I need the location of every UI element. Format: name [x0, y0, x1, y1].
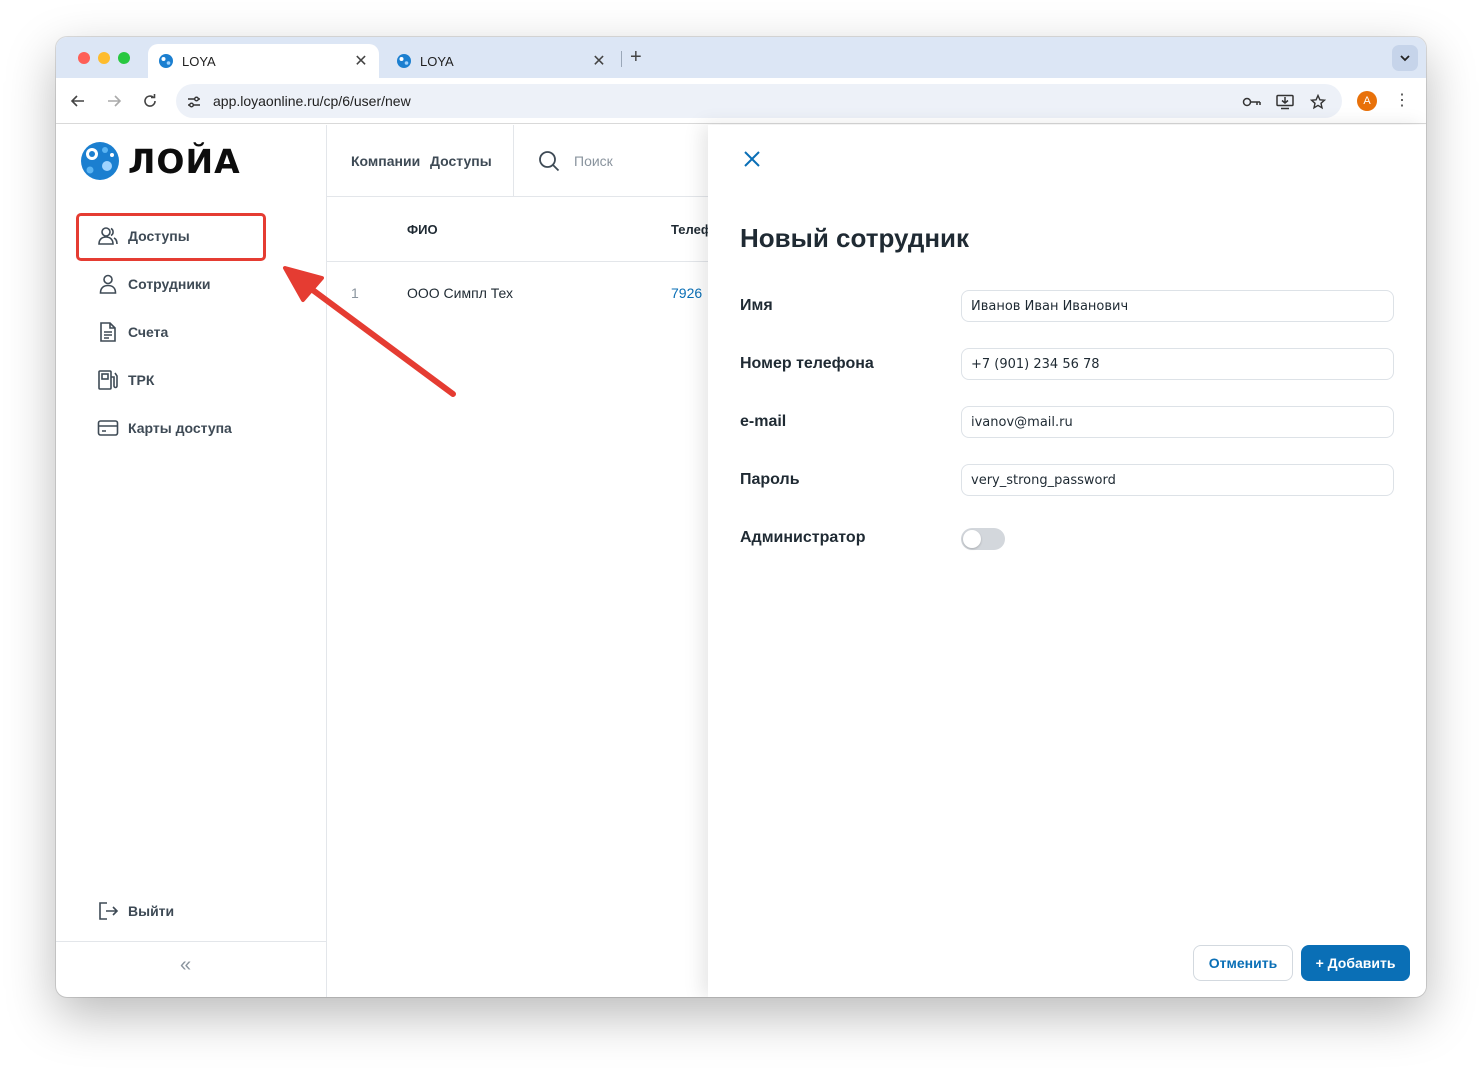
new-tab-button[interactable]: +: [630, 46, 642, 69]
install-app-icon[interactable]: [1275, 92, 1295, 112]
name-field[interactable]: [961, 290, 1394, 322]
sidebar-item-label: Карты доступа: [128, 420, 232, 436]
user-icon: [96, 272, 120, 296]
tab-loya[interactable]: LOYA ✕: [386, 44, 617, 78]
toggle-knob: [963, 530, 981, 548]
sidebar-item-trk[interactable]: ТРК: [96, 366, 154, 394]
loya-favicon-icon: [159, 54, 173, 68]
password-key-icon[interactable]: [1242, 92, 1262, 112]
card-icon: [96, 416, 120, 440]
table-header: ФИО Телеф: [327, 197, 712, 262]
close-window-button[interactable]: [78, 52, 90, 64]
row-index: 1: [351, 285, 359, 301]
back-button[interactable]: [67, 90, 89, 112]
site-settings-icon[interactable]: [184, 92, 204, 112]
logo-text: ЛОЙА: [128, 141, 241, 181]
row-phone-link[interactable]: 7926: [671, 285, 702, 301]
logout-button[interactable]: Выйти: [96, 897, 174, 925]
bookmark-star-icon[interactable]: [1308, 92, 1328, 112]
password-field[interactable]: [961, 464, 1394, 496]
tab-close-icon[interactable]: ✕: [591, 51, 607, 71]
sidebar-item-label: Счета: [128, 324, 169, 340]
collapse-sidebar-icon[interactable]: «: [180, 954, 191, 977]
email-field[interactable]: [961, 406, 1394, 438]
sidebar-item-dostupy[interactable]: Доступы: [96, 222, 190, 250]
sidebar-item-sotrudniki[interactable]: Сотрудники: [96, 270, 211, 298]
address-bar[interactable]: app.loyaonline.ru/cp/6/user/new: [176, 84, 1342, 118]
profile-avatar[interactable]: A: [1357, 91, 1377, 111]
fuel-pump-icon: [96, 368, 120, 392]
app: ЛОЙА Доступы Сотрудники Счета ТРК Карты …: [56, 125, 1426, 997]
email-label: e-mail: [740, 413, 787, 430]
reload-icon: [144, 94, 156, 107]
tab-title: LOYA: [182, 53, 216, 69]
admin-label: Администратор: [740, 529, 866, 546]
divider: [513, 125, 514, 197]
password-label: Пароль: [740, 471, 800, 488]
main-content: Компании Доступы Поиск ФИО Телеф 1 ООО С…: [327, 125, 712, 997]
sidebar-item-label: Сотрудники: [128, 276, 211, 292]
maximize-window-button[interactable]: [118, 52, 130, 64]
search-input[interactable]: Поиск: [574, 153, 613, 169]
browser-window: LOYA ✕ LOYA ✕ + app.loyaonline.ru/cp/6/u…: [56, 37, 1426, 997]
close-icon[interactable]: [741, 148, 763, 170]
loya-favicon-icon: [397, 54, 411, 68]
arrow-right-icon: [108, 95, 122, 107]
sidebar-item-scheta[interactable]: Счета: [96, 318, 168, 346]
sidebar-item-label: Доступы: [128, 228, 190, 244]
tab-close-icon[interactable]: ✕: [353, 51, 369, 71]
url-text: app.loyaonline.ru/cp/6/user/new: [213, 93, 411, 109]
document-icon: [96, 320, 120, 344]
column-header-phone[interactable]: Телеф: [671, 222, 712, 237]
forward-button[interactable]: [103, 90, 125, 112]
loya-logo-icon: [81, 142, 119, 180]
admin-toggle[interactable]: [961, 528, 1005, 550]
logo[interactable]: ЛОЙА: [79, 140, 241, 182]
logout-icon: [96, 899, 120, 923]
breadcrumb-access[interactable]: Доступы: [430, 153, 492, 169]
sidebar-item-karty-dostupa[interactable]: Карты доступа: [96, 414, 232, 442]
top-nav: Компании Доступы Поиск: [327, 125, 708, 197]
sidebar: ЛОЙА Доступы Сотрудники Счета ТРК Карты …: [56, 125, 327, 997]
panel-title: Новый сотрудник: [740, 223, 970, 253]
sidebar-item-label: ТРК: [128, 372, 155, 388]
tab-search-button[interactable]: [1392, 45, 1418, 71]
search-icon[interactable]: [538, 150, 560, 172]
tab-separator: [621, 51, 622, 67]
column-header-name[interactable]: ФИО: [407, 222, 438, 237]
sidebar-divider: [56, 941, 326, 942]
add-button[interactable]: + Добавить: [1301, 945, 1410, 981]
arrow-left-icon: [70, 95, 84, 107]
cancel-button[interactable]: Отменить: [1193, 945, 1293, 981]
chevron-down-icon: [1400, 55, 1410, 62]
tab-bar: LOYA ✕ LOYA ✕ +: [56, 37, 1426, 78]
browser-menu-icon[interactable]: ⋮: [1394, 90, 1410, 112]
browser-toolbar: app.loyaonline.ru/cp/6/user/new A ⋮: [56, 78, 1426, 124]
row-name: ООО Симпл Тех: [407, 285, 513, 301]
minimize-window-button[interactable]: [98, 52, 110, 64]
reload-button[interactable]: [139, 90, 161, 112]
phone-label: Номер телефона: [740, 355, 874, 372]
tab-loya-active[interactable]: LOYA ✕: [148, 44, 379, 78]
name-label: Имя: [740, 297, 773, 314]
breadcrumb-companies[interactable]: Компании: [351, 153, 420, 169]
users-icon: [96, 224, 120, 248]
new-employee-panel: Новый сотрудник Имя Номер телефона e-mai…: [708, 125, 1426, 997]
tab-title: LOYA: [420, 53, 454, 69]
phone-field[interactable]: [961, 348, 1394, 380]
logout-label: Выйти: [128, 903, 175, 919]
